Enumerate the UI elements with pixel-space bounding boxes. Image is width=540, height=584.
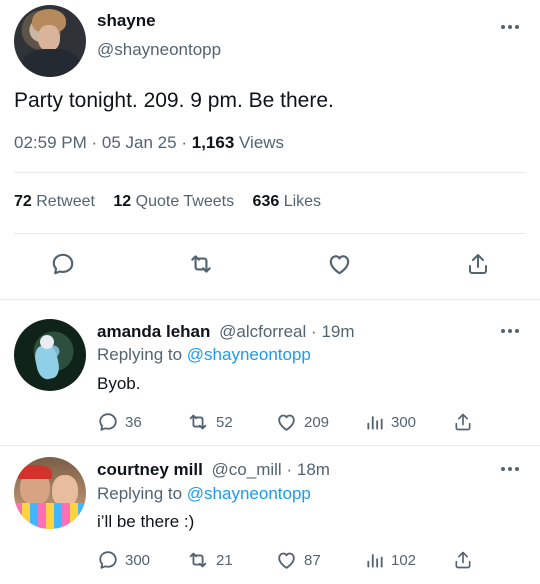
replying-to: Replying to @shayneontopp — [97, 484, 311, 503]
engagement-stats: 72 Retweet 12 Quote Tweets 636 Likes — [14, 193, 321, 211]
reply-age: 19m — [321, 322, 355, 341]
retweet-icon — [189, 414, 207, 430]
reply-icon — [99, 413, 117, 431]
more-icon[interactable] — [501, 328, 521, 334]
like-icon — [329, 255, 350, 275]
reply-button[interactable] — [50, 251, 76, 277]
meta-separator: · — [286, 460, 293, 479]
reply-count: 36 — [125, 413, 142, 431]
share-button[interactable] — [466, 251, 490, 277]
replying-to-link[interactable]: @shayneontopp — [187, 345, 311, 364]
tweet-text: Party tonight. 209. 9 pm. Be there. — [14, 89, 334, 112]
tweet-time: 02:59 PM — [14, 133, 87, 152]
avatar[interactable] — [14, 457, 86, 529]
display-name[interactable]: shayne — [97, 11, 156, 31]
avatar-head — [40, 335, 54, 349]
reply-icon — [99, 551, 117, 569]
handle[interactable]: @shayneontopp — [97, 40, 221, 60]
like-button[interactable]: 87 — [275, 549, 321, 571]
view-count: 300 — [391, 413, 417, 431]
avatar[interactable] — [14, 5, 86, 77]
reply-text: i’ll be there :) — [97, 512, 195, 531]
share-icon — [469, 254, 487, 274]
tweet-meta: 02:59 PM · 05 Jan 25 · 1,163 Views — [14, 133, 284, 153]
retweet-button[interactable]: 52 — [186, 411, 233, 433]
divider — [14, 233, 526, 234]
reply-display-name: amanda lehan @alcforreal · 19m — [97, 322, 355, 342]
share-icon — [455, 551, 471, 569]
like-icon — [278, 552, 295, 569]
meta-separator: · — [91, 133, 98, 152]
reply-count: 300 — [125, 551, 151, 569]
main-tweet: shayne @shayneontopp Party tonight. 209.… — [0, 0, 540, 300]
views-button[interactable]: 102 — [365, 549, 416, 571]
reply-button[interactable]: 36 — [97, 411, 142, 433]
retweet-icon — [191, 255, 211, 273]
replying-to-link[interactable]: @shayneontopp — [187, 484, 311, 503]
avatar-body — [22, 49, 80, 77]
like-count: 209 — [304, 413, 330, 431]
view-count: 102 — [391, 551, 417, 569]
reply-display-name: courtney mill @co_mill · 18m — [97, 460, 330, 480]
divider — [14, 172, 526, 173]
retweets-stat[interactable]: 72 Retweet — [14, 193, 95, 210]
views-label: Views — [239, 133, 285, 152]
retweet-button[interactable] — [187, 251, 215, 277]
like-button[interactable]: 209 — [275, 411, 329, 433]
avatar-cap — [18, 465, 52, 479]
share-button[interactable] — [453, 549, 473, 571]
reply-text: Byob. — [97, 374, 141, 393]
reply-icon — [52, 253, 74, 275]
views-icon — [367, 554, 383, 568]
replying-to: Replying to @shayneontopp — [97, 345, 311, 364]
reply-age: 18m — [296, 460, 330, 479]
like-button[interactable] — [326, 251, 353, 277]
reply-handle[interactable]: @alcforreal — [219, 322, 306, 341]
action-bar — [0, 245, 540, 285]
like-icon — [278, 414, 295, 431]
like-count: 87 — [304, 551, 321, 569]
retweet-count: 52 — [216, 413, 233, 431]
share-icon — [455, 413, 471, 431]
retweet-button[interactable]: 21 — [186, 549, 233, 571]
more-icon[interactable] — [501, 466, 521, 472]
retweet-icon — [189, 552, 207, 568]
quotes-stat[interactable]: 12 Quote Tweets — [113, 193, 234, 210]
reply-handle[interactable]: @co_mill — [212, 460, 282, 479]
views-count: 1,163 — [191, 133, 235, 152]
avatar[interactable] — [14, 319, 86, 391]
likes-stat[interactable]: 636 Likes — [253, 193, 322, 210]
display-name[interactable]: courtney mill — [97, 460, 203, 479]
more-icon[interactable] — [501, 24, 521, 30]
display-name[interactable]: amanda lehan — [97, 322, 210, 341]
reply-tweet[interactable]: amanda lehan @alcforreal · 19m Replying … — [0, 300, 540, 445]
reply-tweet[interactable]: courtney mill @co_mill · 18m Replying to… — [0, 446, 540, 584]
avatar-lei — [14, 503, 86, 529]
meta-separator: · — [311, 322, 317, 341]
meta-separator: · — [181, 133, 187, 152]
avatar-face — [38, 25, 60, 51]
share-button[interactable] — [453, 411, 473, 433]
tweet-date: 05 Jan 25 — [101, 133, 177, 152]
retweet-count: 21 — [216, 551, 233, 569]
views-button[interactable]: 300 — [365, 411, 416, 433]
views-icon — [367, 416, 383, 430]
reply-button[interactable]: 300 — [97, 549, 150, 571]
